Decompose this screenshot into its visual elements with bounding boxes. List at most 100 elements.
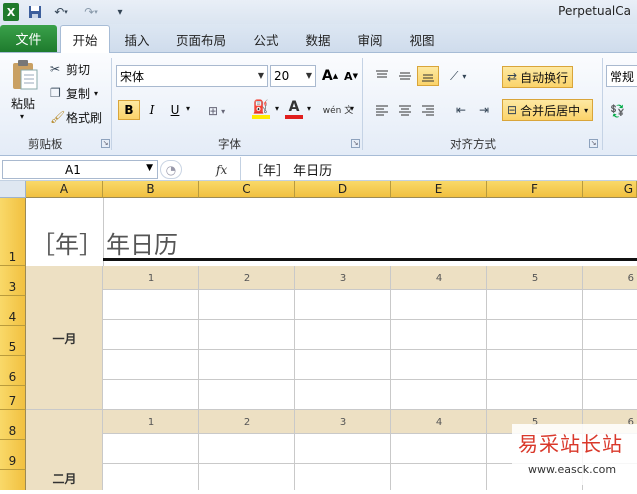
calendar-cell[interactable]: [391, 290, 487, 320]
tab-home[interactable]: 开始: [60, 25, 110, 53]
name-box[interactable]: A1 ▼: [2, 160, 158, 179]
row-header-4[interactable]: 4: [0, 296, 26, 326]
redo-icon[interactable]: ↷ ▾: [80, 3, 102, 21]
bold-button[interactable]: B: [118, 100, 140, 120]
insert-function-button[interactable]: fx: [216, 160, 227, 179]
align-top-icon[interactable]: [371, 66, 393, 86]
column-header-d[interactable]: D: [295, 181, 391, 198]
calendar-cell[interactable]: [295, 290, 391, 320]
tab-formulas[interactable]: 公式: [246, 25, 286, 53]
row-header-5[interactable]: 5: [0, 326, 26, 356]
row-header-3[interactable]: 3: [0, 266, 26, 296]
paste-icon[interactable]: [8, 58, 42, 92]
accounting-format-icon[interactable]: 💱: [610, 102, 625, 120]
expand-formula-icon[interactable]: ◔: [160, 160, 182, 179]
calendar-cell[interactable]: [199, 320, 295, 350]
chevron-down-icon[interactable]: ▼: [146, 163, 153, 173]
underline-button[interactable]: U: [164, 100, 186, 120]
align-center-icon[interactable]: [394, 100, 416, 120]
underline-dropdown-icon[interactable]: ▾: [186, 104, 190, 113]
undo-icon[interactable]: ↶ ▾: [50, 3, 72, 21]
calendar-cell[interactable]: [487, 380, 583, 410]
calendar-cell[interactable]: [295, 320, 391, 350]
copy-dropdown-icon[interactable]: ▾: [94, 89, 98, 98]
calendar-cell[interactable]: [295, 380, 391, 410]
number-format-combo[interactable]: 常规: [606, 65, 637, 87]
format-painter-button[interactable]: 🖌 格式刷: [50, 108, 102, 126]
calendar-cell[interactable]: [487, 290, 583, 320]
calendar-cell[interactable]: [199, 434, 295, 464]
column-header-e[interactable]: E: [391, 181, 487, 198]
calendar-cell[interactable]: [103, 290, 199, 320]
column-header-a[interactable]: A: [26, 181, 103, 198]
row-header-8[interactable]: 8: [0, 410, 26, 440]
calendar-cell[interactable]: [199, 464, 295, 490]
calendar-cell[interactable]: [487, 350, 583, 380]
select-all-corner[interactable]: [0, 181, 26, 198]
alignment-launcher-icon[interactable]: ↘: [589, 139, 598, 148]
italic-button[interactable]: I: [141, 100, 163, 120]
font-launcher-icon[interactable]: ↘: [351, 139, 360, 148]
tab-file[interactable]: 文件: [0, 25, 57, 52]
align-bottom-icon[interactable]: [417, 66, 439, 86]
shrink-font-button[interactable]: A ▼: [340, 66, 362, 86]
calendar-cell[interactable]: [583, 350, 637, 380]
calendar-cell[interactable]: [103, 434, 199, 464]
decrease-indent-icon[interactable]: ⇤: [450, 100, 472, 120]
paste-dropdown-icon[interactable]: ▾: [20, 112, 24, 121]
column-header-b[interactable]: B: [103, 181, 199, 198]
calendar-cell[interactable]: [583, 380, 637, 410]
calendar-cell[interactable]: [583, 320, 637, 350]
align-left-icon[interactable]: [371, 100, 393, 120]
chevron-down-icon[interactable]: ▼: [258, 71, 264, 80]
calendar-cell[interactable]: [391, 350, 487, 380]
calendar-cell[interactable]: [103, 464, 199, 490]
calendar-cell[interactable]: [295, 464, 391, 490]
fill-color-button[interactable]: ⛽: [252, 100, 270, 120]
calendar-cell[interactable]: [103, 350, 199, 380]
font-size-combo[interactable]: 20 ▼: [270, 65, 316, 87]
row-header-7[interactable]: 7: [0, 386, 26, 410]
calendar-cell[interactable]: [391, 464, 487, 490]
align-middle-icon[interactable]: [394, 66, 416, 86]
formula-input[interactable]: ［年］ 年日历: [250, 160, 332, 179]
merge-dropdown-icon[interactable]: ▾: [584, 106, 588, 115]
font-name-combo[interactable]: 宋体 ▼: [116, 65, 268, 87]
calendar-cell[interactable]: [199, 350, 295, 380]
tab-page-layout[interactable]: 页面布局: [170, 25, 232, 53]
column-header-f[interactable]: F: [487, 181, 583, 198]
increase-indent-icon[interactable]: ⇥: [473, 100, 495, 120]
calendar-cell[interactable]: [487, 320, 583, 350]
fill-dropdown-icon[interactable]: ▾: [275, 104, 279, 113]
calendar-cell[interactable]: [295, 350, 391, 380]
save-icon[interactable]: [27, 3, 43, 21]
calendar-cell[interactable]: [295, 434, 391, 464]
row-header-10[interactable]: [0, 470, 26, 490]
column-header-g[interactable]: G: [583, 181, 637, 198]
orientation-button[interactable]: ⟋ ▾: [450, 67, 466, 85]
column-header-c[interactable]: C: [199, 181, 295, 198]
phonetic-dropdown-icon[interactable]: ▾: [350, 104, 354, 113]
wrap-text-button[interactable]: ⇄ 自动换行: [502, 66, 574, 88]
calendar-cell[interactable]: [391, 320, 487, 350]
phonetic-button[interactable]: wén 文: [323, 100, 353, 122]
calendar-cell[interactable]: [583, 290, 637, 320]
tab-view[interactable]: 视图: [402, 25, 442, 53]
merge-center-button[interactable]: ⊟ 合并后居中 ▾: [502, 99, 594, 121]
tab-data[interactable]: 数据: [298, 25, 338, 53]
font-color-button[interactable]: A: [285, 99, 303, 121]
calendar-cell[interactable]: [199, 290, 295, 320]
tab-insert[interactable]: 插入: [116, 25, 158, 53]
calendar-cell[interactable]: [103, 320, 199, 350]
copy-button[interactable]: ❐ 复制 ▾: [50, 84, 98, 102]
grow-font-button[interactable]: A ▲: [319, 66, 341, 86]
align-right-icon[interactable]: [417, 100, 439, 120]
calendar-cell[interactable]: [199, 380, 295, 410]
customize-qat-icon[interactable]: ▾: [113, 3, 127, 21]
chevron-down-icon[interactable]: ▼: [306, 71, 312, 80]
font-color-dropdown-icon[interactable]: ▾: [307, 104, 311, 113]
excel-icon[interactable]: X: [3, 3, 19, 21]
calendar-cell[interactable]: [391, 434, 487, 464]
row-header-9[interactable]: 9: [0, 440, 26, 470]
clipboard-launcher-icon[interactable]: ↘: [101, 139, 110, 148]
